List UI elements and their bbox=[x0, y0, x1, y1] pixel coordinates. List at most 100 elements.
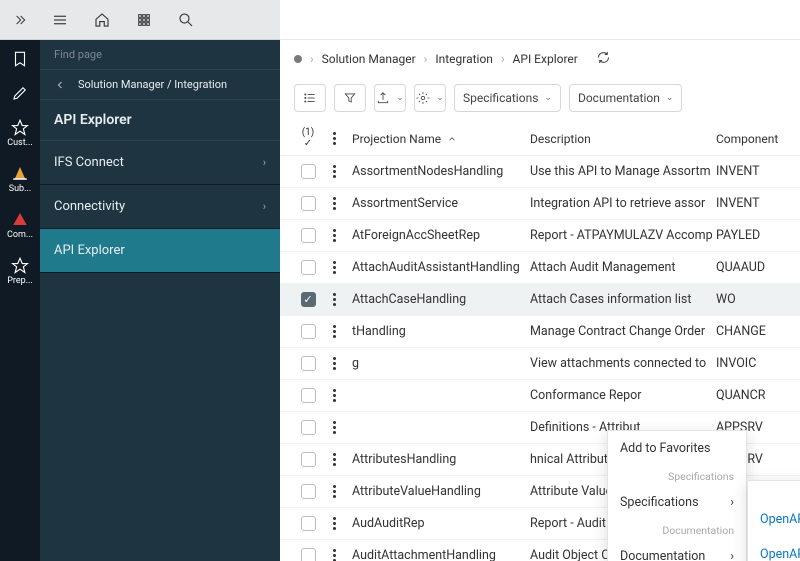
submenu-openapi-v3[interactable]: OpenAPI v3 bbox=[748, 537, 800, 561]
breadcrumb-part[interactable]: API Explorer bbox=[513, 52, 578, 66]
row-checkbox[interactable] bbox=[301, 484, 316, 499]
table-row[interactable]: ✓AttachCaseHandlingAttach Cases informat… bbox=[280, 284, 800, 316]
table-row[interactable]: Conformance ReporQUANCR bbox=[280, 380, 800, 412]
check-icon: ✓ bbox=[304, 138, 312, 149]
ctx-specifications[interactable]: Specifications› bbox=[608, 485, 746, 520]
export-button[interactable]: ⌄ bbox=[374, 84, 406, 112]
sidebar-item[interactable]: IFS Connect› bbox=[40, 141, 280, 185]
documentation-button[interactable]: Documentation⌄ bbox=[569, 84, 682, 112]
home-button[interactable] bbox=[92, 10, 112, 30]
rail-label: Com... bbox=[7, 230, 33, 240]
sidebar-item[interactable]: Connectivity› bbox=[40, 185, 280, 229]
ctx-documentation[interactable]: Documentation› bbox=[608, 539, 746, 561]
rail-cust[interactable]: Cust... bbox=[0, 108, 40, 154]
row-menu[interactable] bbox=[322, 421, 346, 434]
table-row[interactable]: AssortmentNodesHandlingUse this API to M… bbox=[280, 156, 800, 188]
pencil-icon bbox=[11, 84, 29, 102]
row-menu[interactable] bbox=[322, 293, 346, 306]
sidenav-title: API Explorer bbox=[40, 100, 280, 141]
row-checkbox[interactable] bbox=[301, 548, 316, 561]
kebab-icon bbox=[327, 229, 341, 242]
side-navigation: Find page Solution Manager / Integration… bbox=[40, 0, 280, 561]
row-checkbox[interactable]: ✓ bbox=[301, 292, 316, 307]
chevron-right-icon: › bbox=[501, 52, 505, 66]
col-header-name[interactable]: Projection Name bbox=[346, 132, 530, 146]
settings-button[interactable]: ⌄ bbox=[414, 84, 446, 112]
row-checkbox[interactable] bbox=[301, 260, 316, 275]
search-icon bbox=[177, 11, 195, 29]
row-checkbox[interactable] bbox=[301, 324, 316, 339]
hamburger-button[interactable] bbox=[50, 10, 70, 30]
row-menu[interactable] bbox=[322, 325, 346, 338]
kebab-icon bbox=[327, 197, 341, 210]
list-icon bbox=[303, 91, 317, 105]
refresh-button[interactable] bbox=[596, 50, 611, 68]
list-view-button[interactable] bbox=[294, 84, 326, 112]
rail-expand-button[interactable] bbox=[0, 0, 40, 40]
sidebar-item[interactable]: API Explorer bbox=[40, 229, 280, 273]
table-row[interactable]: gView attachments connected toINVOIC bbox=[280, 348, 800, 380]
search-button[interactable] bbox=[176, 10, 196, 30]
header-menu[interactable] bbox=[322, 132, 346, 145]
row-checkbox[interactable] bbox=[301, 420, 316, 435]
rail-com[interactable]: Com... bbox=[0, 200, 40, 246]
row-menu[interactable] bbox=[322, 261, 346, 274]
breadcrumb-part[interactable]: Solution Manager bbox=[322, 52, 416, 66]
cell-comp: INVOIC bbox=[716, 356, 786, 371]
sidenav-breadcrumb[interactable]: Solution Manager / Integration bbox=[40, 69, 280, 100]
breadcrumb-part[interactable]: Integration bbox=[435, 52, 493, 66]
chevron-right-icon: › bbox=[730, 495, 734, 510]
row-menu[interactable] bbox=[322, 229, 346, 242]
kebab-icon bbox=[327, 389, 341, 402]
row-menu[interactable] bbox=[322, 517, 346, 530]
rail-sub[interactable]: Sub... bbox=[0, 154, 40, 200]
row-menu[interactable] bbox=[322, 357, 346, 370]
rail-bookmark[interactable] bbox=[0, 40, 40, 74]
row-menu[interactable] bbox=[322, 549, 346, 561]
main-topbar bbox=[280, 0, 800, 40]
row-menu[interactable] bbox=[322, 165, 346, 178]
apps-button[interactable] bbox=[134, 10, 154, 30]
row-menu[interactable] bbox=[322, 389, 346, 402]
cell-name: AuditAttachmentHandling bbox=[346, 548, 530, 561]
row-menu[interactable] bbox=[322, 485, 346, 498]
row-checkbox[interactable] bbox=[301, 388, 316, 403]
cell-name: AttributeValueHandling bbox=[346, 484, 530, 499]
chevrons-right-icon bbox=[12, 12, 28, 28]
cell-comp: QUANCR bbox=[716, 388, 786, 403]
col-header-comp[interactable]: Component bbox=[716, 132, 786, 146]
rail-edit[interactable] bbox=[0, 74, 40, 108]
table-row[interactable]: tHandlingManage Contract Change OrderCHA… bbox=[280, 316, 800, 348]
settings-icon bbox=[416, 91, 430, 105]
sidebar-item-label: API Explorer bbox=[54, 243, 125, 258]
sidenav-topbar bbox=[40, 0, 280, 40]
kebab-icon bbox=[327, 485, 341, 498]
toolbar: ⌄ ⌄ Specifications⌄ Documentation⌄ bbox=[280, 78, 800, 122]
table-row[interactable]: AttachAuditAssistantHandlingAttach Audit… bbox=[280, 252, 800, 284]
row-checkbox[interactable] bbox=[301, 516, 316, 531]
table-row[interactable]: AtForeignAccSheetRepReport - ATPAYMULAZV… bbox=[280, 220, 800, 252]
cell-name: tHandling bbox=[346, 324, 530, 339]
table-row[interactable]: AssortmentServiceIntegration API to retr… bbox=[280, 188, 800, 220]
select-all[interactable]: (1) ✓ bbox=[294, 128, 322, 149]
rail-prep[interactable]: Prep... bbox=[0, 246, 40, 292]
specifications-button[interactable]: Specifications⌄ bbox=[454, 84, 561, 112]
row-checkbox[interactable] bbox=[301, 196, 316, 211]
triangle-icon bbox=[11, 210, 29, 228]
submenu-group-label: Users bbox=[748, 481, 800, 502]
row-menu[interactable] bbox=[322, 197, 346, 210]
col-header-desc[interactable]: Description bbox=[530, 132, 716, 146]
row-checkbox[interactable] bbox=[301, 228, 316, 243]
row-menu[interactable] bbox=[322, 453, 346, 466]
button-label: Specifications bbox=[463, 91, 538, 105]
cell-desc: Conformance Repor bbox=[530, 388, 716, 403]
submenu-openapi-v2[interactable]: OpenAPI v2 bbox=[748, 502, 800, 537]
ctx-add-favorites[interactable]: Add to Favorites bbox=[608, 431, 746, 466]
row-checkbox[interactable] bbox=[301, 356, 316, 371]
sidebar-item-label: Connectivity bbox=[54, 199, 125, 214]
row-checkbox[interactable] bbox=[301, 452, 316, 467]
row-checkbox[interactable] bbox=[301, 164, 316, 179]
filter-button[interactable] bbox=[334, 84, 366, 112]
find-page-input[interactable]: Find page bbox=[40, 40, 280, 69]
cell-desc: Report - ATPAYMULAZV Accomp bbox=[530, 228, 716, 243]
